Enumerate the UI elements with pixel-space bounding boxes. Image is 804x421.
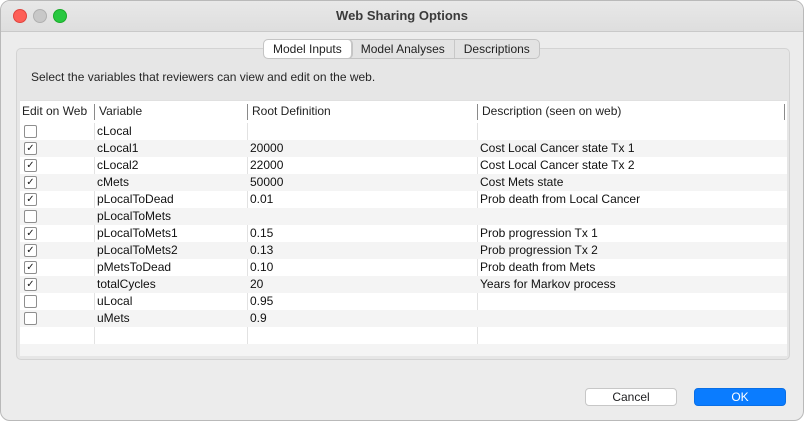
column-header-variable[interactable]: Variable (97, 101, 142, 121)
table-row[interactable]: ✓ pLocalToMets1 0.15 Prob progression Tx 1 (20, 225, 787, 242)
table-row[interactable]: cLocal (20, 123, 787, 140)
edit-on-web-checkbox[interactable] (24, 125, 37, 138)
root-definition-cell[interactable]: 0.01 (250, 191, 273, 208)
variable-cell[interactable]: pLocalToMets (97, 208, 171, 225)
variable-cell[interactable]: cMets (97, 174, 129, 191)
tab-descriptions[interactable]: Descriptions (455, 40, 539, 58)
description-cell[interactable]: Cost Local Cancer state Tx 2 (480, 157, 635, 174)
edit-on-web-checkbox[interactable]: ✓ (24, 176, 37, 189)
window-title: Web Sharing Options (336, 8, 468, 23)
variable-cell[interactable]: cLocal2 (97, 157, 138, 174)
edit-on-web-checkbox[interactable] (24, 295, 37, 308)
variable-cell[interactable]: cLocal (97, 123, 132, 140)
column-header-root-definition[interactable]: Root Definition (250, 101, 331, 121)
model-inputs-panel: Select the variables that reviewers can … (16, 48, 790, 360)
variable-cell[interactable]: totalCycles (97, 276, 156, 293)
root-definition-cell[interactable]: 0.13 (250, 242, 273, 259)
web-sharing-options-window: Web Sharing Options Model Inputs Model A… (0, 0, 804, 421)
instructions-text: Select the variables that reviewers can … (31, 70, 376, 84)
edit-on-web-checkbox[interactable]: ✓ (24, 142, 37, 155)
root-definition-cell[interactable]: 0.95 (250, 293, 273, 310)
variable-cell[interactable]: pMetsToDead (97, 259, 171, 276)
tab-bar: Model Inputs Model Analyses Descriptions (263, 39, 540, 59)
cancel-button[interactable]: Cancel (585, 388, 677, 406)
root-definition-cell[interactable]: 20000 (250, 140, 283, 157)
variable-cell[interactable]: uLocal (97, 293, 132, 310)
column-divider[interactable] (477, 104, 478, 120)
variable-cell[interactable]: pLocalToMets2 (97, 242, 178, 259)
variable-cell[interactable]: cLocal1 (97, 140, 138, 157)
table-row[interactable]: ✓ cLocal2 22000 Cost Local Cancer state Tx … (20, 157, 787, 174)
edit-on-web-checkbox[interactable]: ✓ (24, 261, 37, 274)
table-row[interactable]: uMets 0.9 (20, 310, 787, 327)
description-cell[interactable]: Cost Local Cancer state Tx 1 (480, 140, 635, 157)
variable-cell[interactable]: pLocalToDead (97, 191, 174, 208)
table-row[interactable]: ✓ pMetsToDead 0.10 Prob death from Mets (20, 259, 787, 276)
tab-model-analyses[interactable]: Model Analyses (352, 40, 455, 58)
tab-model-inputs[interactable]: Model Inputs (264, 40, 352, 58)
edit-on-web-checkbox[interactable]: ✓ (24, 159, 37, 172)
edit-on-web-checkbox[interactable]: ✓ (24, 193, 37, 206)
table-row (20, 327, 787, 344)
edit-on-web-checkbox[interactable]: ✓ (24, 227, 37, 240)
column-header-edit-on-web[interactable]: Edit on Web (20, 101, 87, 121)
edit-on-web-checkbox[interactable]: ✓ (24, 244, 37, 257)
variable-cell[interactable]: pLocalToMets1 (97, 225, 178, 242)
edit-on-web-checkbox[interactable] (24, 210, 37, 223)
title-bar: Web Sharing Options (1, 1, 803, 32)
root-definition-cell[interactable]: 50000 (250, 174, 283, 191)
table-row[interactable]: ✓ pLocalToMets2 0.13 Prob progression Tx 2 (20, 242, 787, 259)
table-row[interactable]: uLocal 0.95 (20, 293, 787, 310)
variables-table: Edit on Web Variable Root Definition Des… (20, 100, 787, 356)
table-header: Edit on Web Variable Root Definition Des… (20, 101, 787, 123)
edit-on-web-checkbox[interactable]: ✓ (24, 278, 37, 291)
ok-button[interactable]: OK (694, 388, 786, 406)
root-definition-cell[interactable]: 0.15 (250, 225, 273, 242)
root-definition-cell[interactable]: 0.10 (250, 259, 273, 276)
description-cell[interactable]: Prob progression Tx 1 (480, 225, 598, 242)
description-cell[interactable]: Prob death from Local Cancer (480, 191, 640, 208)
description-cell[interactable]: Cost Mets state (480, 174, 563, 191)
root-definition-cell[interactable]: 20 (250, 276, 263, 293)
column-divider[interactable] (94, 104, 95, 120)
variable-cell[interactable]: uMets (97, 310, 130, 327)
table-body: cLocal ✓ cLocal1 20000 Cost Local Cancer sta… (20, 123, 787, 356)
table-row (20, 344, 787, 356)
table-row[interactable]: pLocalToMets (20, 208, 787, 225)
description-cell[interactable]: Prob progression Tx 2 (480, 242, 598, 259)
description-cell[interactable]: Years for Markov process (480, 276, 616, 293)
table-row[interactable]: ✓ totalCycles 20 Years for Markov process (20, 276, 787, 293)
edit-on-web-checkbox[interactable] (24, 312, 37, 325)
root-definition-cell[interactable]: 0.9 (250, 310, 267, 327)
table-row[interactable]: ✓ pLocalToDead 0.01 Prob death from Local C… (20, 191, 787, 208)
table-row[interactable]: ✓ cMets 50000 Cost Mets state (20, 174, 787, 191)
column-divider[interactable] (247, 104, 248, 120)
root-definition-cell[interactable]: 22000 (250, 157, 283, 174)
description-cell[interactable]: Prob death from Mets (480, 259, 595, 276)
column-header-description[interactable]: Description (seen on web) (480, 101, 621, 121)
table-row[interactable]: ✓ cLocal1 20000 Cost Local Cancer state Tx … (20, 140, 787, 157)
column-divider[interactable] (784, 104, 785, 120)
